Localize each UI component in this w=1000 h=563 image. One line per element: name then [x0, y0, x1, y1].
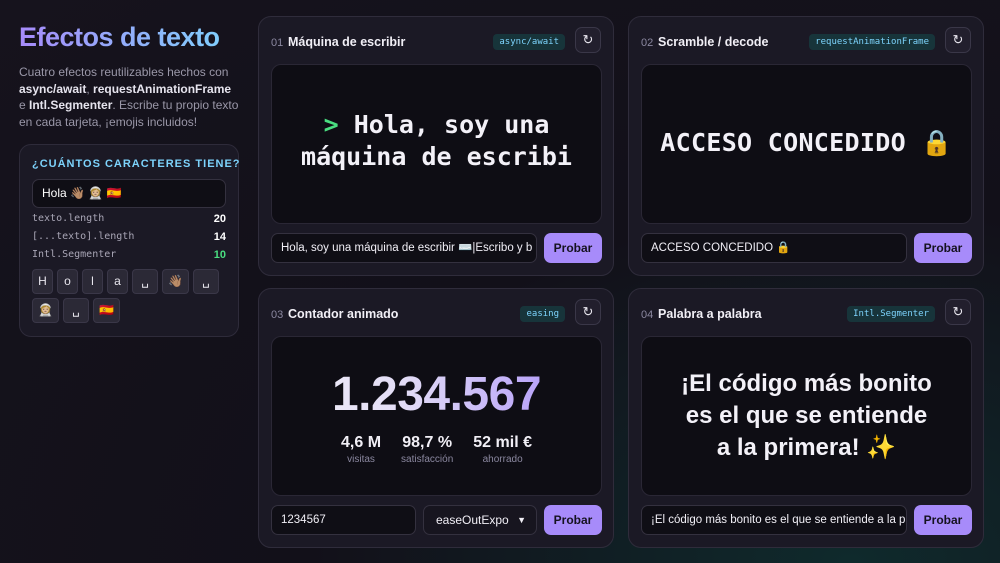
metric-key: texto.length: [32, 213, 105, 224]
tech-tag: requestAnimationFrame: [809, 34, 935, 50]
grapheme-chip: 👩🏼‍🚀: [32, 298, 59, 323]
stat-label: visitas: [347, 454, 375, 465]
scramble-text-input[interactable]: ACCESO CONCEDIDO 🔒: [641, 233, 907, 263]
word-line: es el que se entiende: [685, 402, 928, 429]
input-row: ACCESO CONCEDIDO 🔒 Probar: [641, 233, 972, 263]
stat-value: 52 mil €: [473, 434, 532, 451]
stat-label: ahorrado: [482, 454, 523, 465]
panel-heading: ¿CUÁNTOS CARACTERES TIENE?: [32, 158, 241, 170]
typewriter-line: máquina de escribi: [301, 142, 572, 171]
prompt-symbol: >: [323, 110, 339, 139]
stat-value: 4,6 M: [341, 434, 382, 451]
probar-button[interactable]: Probar: [544, 233, 602, 263]
grapheme-chip: H: [32, 269, 53, 294]
easing-select-value: easeOutExpo: [436, 513, 509, 527]
tech-tag: Intl.Segmenter: [847, 306, 935, 322]
stat-satisfaction: 98,7 % satisfacción: [401, 433, 453, 467]
counter-stage: 1.234.567 4,6 M visitas 98,7 % satisfacc…: [271, 336, 602, 496]
card-number: 04: [641, 309, 654, 321]
metric-key: [...texto].length: [32, 231, 135, 242]
metric-length: texto.length 20: [32, 212, 226, 226]
card-number: 03: [271, 309, 284, 321]
card-header: 02 Scramble / decode requestAnimationFra…: [641, 27, 971, 53]
tech-tag: async/await: [493, 34, 565, 50]
probar-button[interactable]: Probar: [544, 505, 602, 535]
intro-text: Cuatro efectos reutilizables hechos con …: [19, 64, 239, 130]
typewriter-line: > Hola, soy una: [272, 109, 601, 141]
card-scramble: 02 Scramble / decode requestAnimationFra…: [628, 16, 984, 276]
tech-tag: easing: [520, 306, 565, 322]
card-typewriter: 01 Máquina de escribir async/await ↻ > H…: [258, 16, 614, 276]
word-text-input[interactable]: ¡El código más bonito es el que se entie…: [641, 505, 907, 535]
stat-value: 98,7 %: [402, 434, 453, 451]
probar-button[interactable]: Probar: [914, 233, 972, 263]
typewriter-stage: > Hola, soy una máquina de escribi: [271, 64, 602, 224]
grapheme-chip: l: [82, 269, 103, 294]
grapheme-chip: ␣: [62, 298, 89, 323]
typewriter-text: Hola, soy una: [353, 110, 550, 139]
card-header: 04 Palabra a palabra Intl.Segmenter ↻: [641, 299, 971, 325]
grapheme-chip: o: [57, 269, 78, 294]
refresh-icon: ↻: [952, 32, 964, 47]
word-output: ¡El código más bonito es el que se entie…: [642, 368, 971, 464]
metric-value: 14: [213, 231, 226, 243]
metric-segmenter: Intl.Segmenter 10: [32, 248, 226, 262]
reset-button[interactable]: ↻: [575, 299, 601, 325]
input-row: ¡El código más bonito es el que se entie…: [641, 505, 972, 535]
counter-stats: 4,6 M visitas 98,7 % satisfacción 52 mil…: [272, 433, 601, 467]
card-counter: 03 Contador animado easing ↻ 1.234.567 4…: [258, 288, 614, 548]
probar-button[interactable]: Probar: [914, 505, 972, 535]
word-stage: ¡El código más bonito es el que se entie…: [641, 336, 972, 496]
grapheme-chips: H o l a ␣ 👋🏽 ␣ 👩🏼‍🚀 ␣ 🇪🇸: [32, 269, 222, 323]
metric-spread-length: [...texto].length 14: [32, 230, 226, 244]
reset-button[interactable]: ↻: [945, 27, 971, 53]
counter-number-input[interactable]: 1234567: [271, 505, 416, 535]
intro-part: Cuatro efectos reutilizables hechos con: [19, 65, 229, 79]
intro-part: e: [19, 98, 30, 112]
grapheme-chip: a: [107, 269, 128, 294]
scramble-output: ACCESO CONCEDIDO 🔒: [660, 128, 953, 157]
counter-main-value: 1.234.567: [272, 367, 601, 423]
card-word-by-word: 04 Palabra a palabra Intl.Segmenter ↻ ¡E…: [628, 288, 984, 548]
refresh-icon: ↻: [582, 304, 594, 319]
word-line: ¡El código más bonito: [681, 370, 932, 397]
easing-select[interactable]: easeOutExpo ▼: [423, 505, 537, 535]
card-number: 01: [271, 37, 284, 49]
refresh-icon: ↻: [582, 32, 594, 47]
word-line: a la primera! ✨: [716, 434, 897, 461]
typewriter-text-input[interactable]: Hola, soy una máquina de escribir ⌨️|Esc…: [271, 233, 537, 263]
stat-saved: 52 mil € ahorrado: [473, 433, 532, 467]
scramble-stage: ACCESO CONCEDIDO 🔒: [641, 64, 972, 224]
count-text-input[interactable]: Hola 👋🏽 👩🏼‍🚀 🇪🇸: [32, 179, 226, 208]
card-title: Palabra a palabra: [658, 307, 762, 321]
reset-button[interactable]: ↻: [945, 299, 971, 325]
chevron-down-icon: ▼: [517, 515, 526, 525]
intro-keyword: async/await: [19, 81, 87, 96]
card-title: Contador animado: [288, 307, 399, 321]
sidebar: Efectos de texto Cuatro efectos reutiliz…: [19, 20, 241, 337]
grapheme-chip: ␣: [132, 269, 158, 294]
stat-label: satisfacción: [401, 454, 454, 465]
card-header: 01 Máquina de escribir async/await ↻: [271, 27, 601, 53]
card-title: Máquina de escribir: [288, 35, 406, 49]
typewriter-output: > Hola, soy una máquina de escribi: [272, 109, 601, 173]
metric-value: 10: [213, 249, 226, 261]
card-number: 02: [641, 37, 654, 49]
input-row: 1234567 easeOutExpo ▼ Probar: [271, 505, 602, 535]
grapheme-chip: 👋🏽: [162, 269, 189, 294]
grapheme-chip: 🇪🇸: [92, 298, 120, 323]
metric-key: Intl.Segmenter: [32, 249, 117, 260]
input-row: Hola, soy una máquina de escribir ⌨️|Esc…: [271, 233, 602, 263]
metric-value: 20: [213, 213, 226, 225]
intro-keyword: Intl.Segmenter: [29, 98, 113, 112]
reset-button[interactable]: ↻: [575, 27, 601, 53]
page-title: Efectos de texto: [19, 20, 239, 54]
card-header: 03 Contador animado easing ↻: [271, 299, 601, 325]
grapheme-chip: ␣: [192, 269, 219, 294]
intro-keyword: requestAnimationFrame: [93, 81, 232, 96]
character-count-panel: ¿CUÁNTOS CARACTERES TIENE? Hola 👋🏽 👩🏼‍🚀 …: [19, 144, 241, 337]
stat-visits: 4,6 M visitas: [341, 433, 381, 467]
card-title: Scramble / decode: [658, 35, 769, 49]
refresh-icon: ↻: [952, 304, 964, 319]
